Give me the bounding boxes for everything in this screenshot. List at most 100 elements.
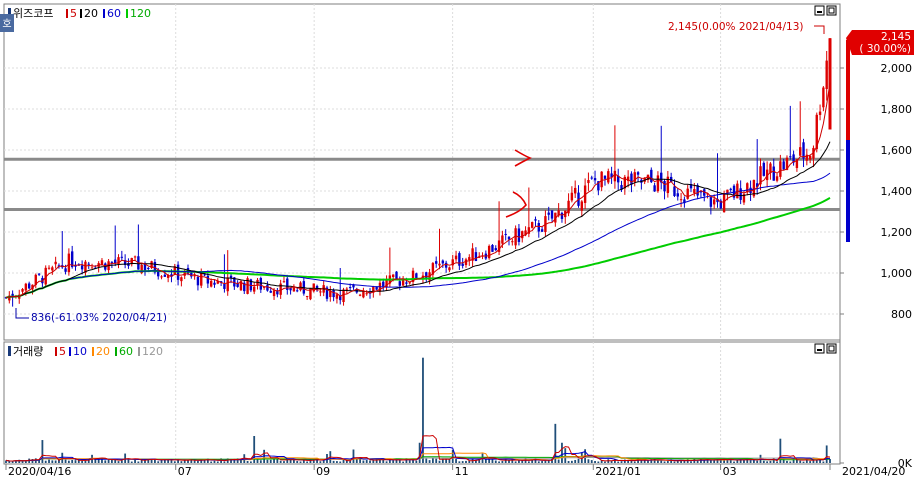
volume-bar <box>120 460 123 463</box>
volume-bar <box>296 461 299 463</box>
candle-body <box>762 162 766 176</box>
volume-bar <box>154 459 156 463</box>
candle-body <box>504 233 507 235</box>
candle-body <box>47 267 51 269</box>
volume-bar <box>422 357 424 463</box>
volume-legend-name: 거래량 <box>13 345 43 358</box>
volume-bar <box>458 461 461 463</box>
volume-bar <box>299 461 302 463</box>
candle-body <box>540 229 544 232</box>
candle-body <box>686 188 689 199</box>
candle-body <box>196 276 200 286</box>
candle-body <box>147 267 150 269</box>
candle-body <box>560 212 564 219</box>
volume-bar <box>570 460 573 463</box>
volume-bar <box>259 460 262 463</box>
volume-bar <box>48 459 50 463</box>
candle-body <box>580 201 584 211</box>
price-tick-label: 800 <box>891 308 912 321</box>
volume-bar <box>84 460 87 463</box>
candle-body <box>362 291 365 298</box>
vol-legend-ma120-swatch <box>138 347 140 356</box>
price-minimize-icon[interactable] <box>814 5 825 16</box>
volume-bar <box>501 460 504 463</box>
candle-body <box>391 274 395 278</box>
volume-bar <box>392 460 395 463</box>
volume-bar <box>802 461 805 463</box>
candle-body <box>305 295 309 297</box>
volume-bar <box>269 459 272 463</box>
volume-bar <box>518 460 520 463</box>
volume-bar <box>769 460 772 463</box>
volume-maximize-icon[interactable] <box>826 343 837 354</box>
price-maximize-icon[interactable] <box>826 5 837 16</box>
volume-bar <box>425 458 428 463</box>
volume-bar <box>743 459 745 463</box>
volume-bar <box>726 460 729 463</box>
stock-chart-window: 2,145 ( 30.00%) 2,145(0.00% 2021/04/13) … <box>0 0 915 480</box>
candle-body <box>289 288 292 291</box>
vol-legend-ma10: 10 <box>73 345 87 358</box>
volume-bar <box>24 461 27 463</box>
volume-bar <box>776 461 778 463</box>
volume-bar <box>564 448 567 463</box>
candle-body <box>818 111 822 115</box>
candle-body <box>789 156 792 158</box>
candle-body <box>223 283 226 289</box>
volume-bar <box>431 458 434 463</box>
volume-bar <box>81 460 84 463</box>
volume-bar <box>752 459 755 463</box>
volume-bar <box>273 459 275 463</box>
candle-body <box>332 289 335 298</box>
volume-bar <box>494 460 497 463</box>
candle-body <box>319 291 322 293</box>
candle-body <box>405 282 408 284</box>
volume-bar <box>594 460 596 463</box>
candle-body <box>630 173 633 185</box>
volume-bar <box>210 461 213 463</box>
candle-body <box>464 259 468 266</box>
candle-body <box>382 281 385 287</box>
candle-body <box>530 222 534 228</box>
volume-bar <box>544 460 547 463</box>
vol-legend-ma5: 5 <box>59 345 66 358</box>
candle-body <box>782 161 785 170</box>
x-tick-label: 09 <box>316 465 330 478</box>
high-annotation: 2,145(0.00% 2021/04/13) <box>668 21 803 33</box>
volume-bar <box>415 460 418 463</box>
volume-bar <box>197 460 199 463</box>
volume-bar <box>170 460 173 463</box>
vol-legend-ma5-swatch <box>55 347 57 356</box>
candle-body <box>534 219 537 221</box>
volume-bar <box>385 461 388 463</box>
volume-minimize-icon[interactable] <box>814 343 825 354</box>
chart-canvas[interactable]: 2,145 ( 30.00%) 2,145(0.00% 2021/04/13) … <box>0 0 915 480</box>
volume-bar <box>557 459 560 463</box>
candle-body <box>24 283 28 291</box>
volume-bar <box>809 461 812 463</box>
legend-ma20: 20 <box>84 7 98 20</box>
volume-bar <box>815 460 818 463</box>
candle-body <box>272 290 276 297</box>
vol-legend-ma20-swatch <box>92 347 94 356</box>
candle-body <box>600 171 603 188</box>
candle-body <box>603 175 607 179</box>
x-tick-label: 03 <box>723 465 737 478</box>
candle-body <box>252 286 256 292</box>
volume-bar <box>468 460 471 463</box>
candle-body <box>299 282 302 291</box>
volume-bar <box>465 460 467 463</box>
candle-body <box>550 210 554 219</box>
candle-body <box>693 189 696 194</box>
volume-bar <box>633 461 636 463</box>
volume-bar <box>541 461 543 463</box>
candle-body <box>709 197 713 207</box>
candle-body <box>650 169 653 183</box>
volume-bar <box>319 461 322 463</box>
candle-body <box>279 283 282 295</box>
volume-bar <box>604 461 606 463</box>
volume-bar <box>713 460 716 463</box>
volume-panel-frame <box>3 341 841 465</box>
volume-bar <box>789 461 792 463</box>
volume-bar <box>369 460 371 463</box>
